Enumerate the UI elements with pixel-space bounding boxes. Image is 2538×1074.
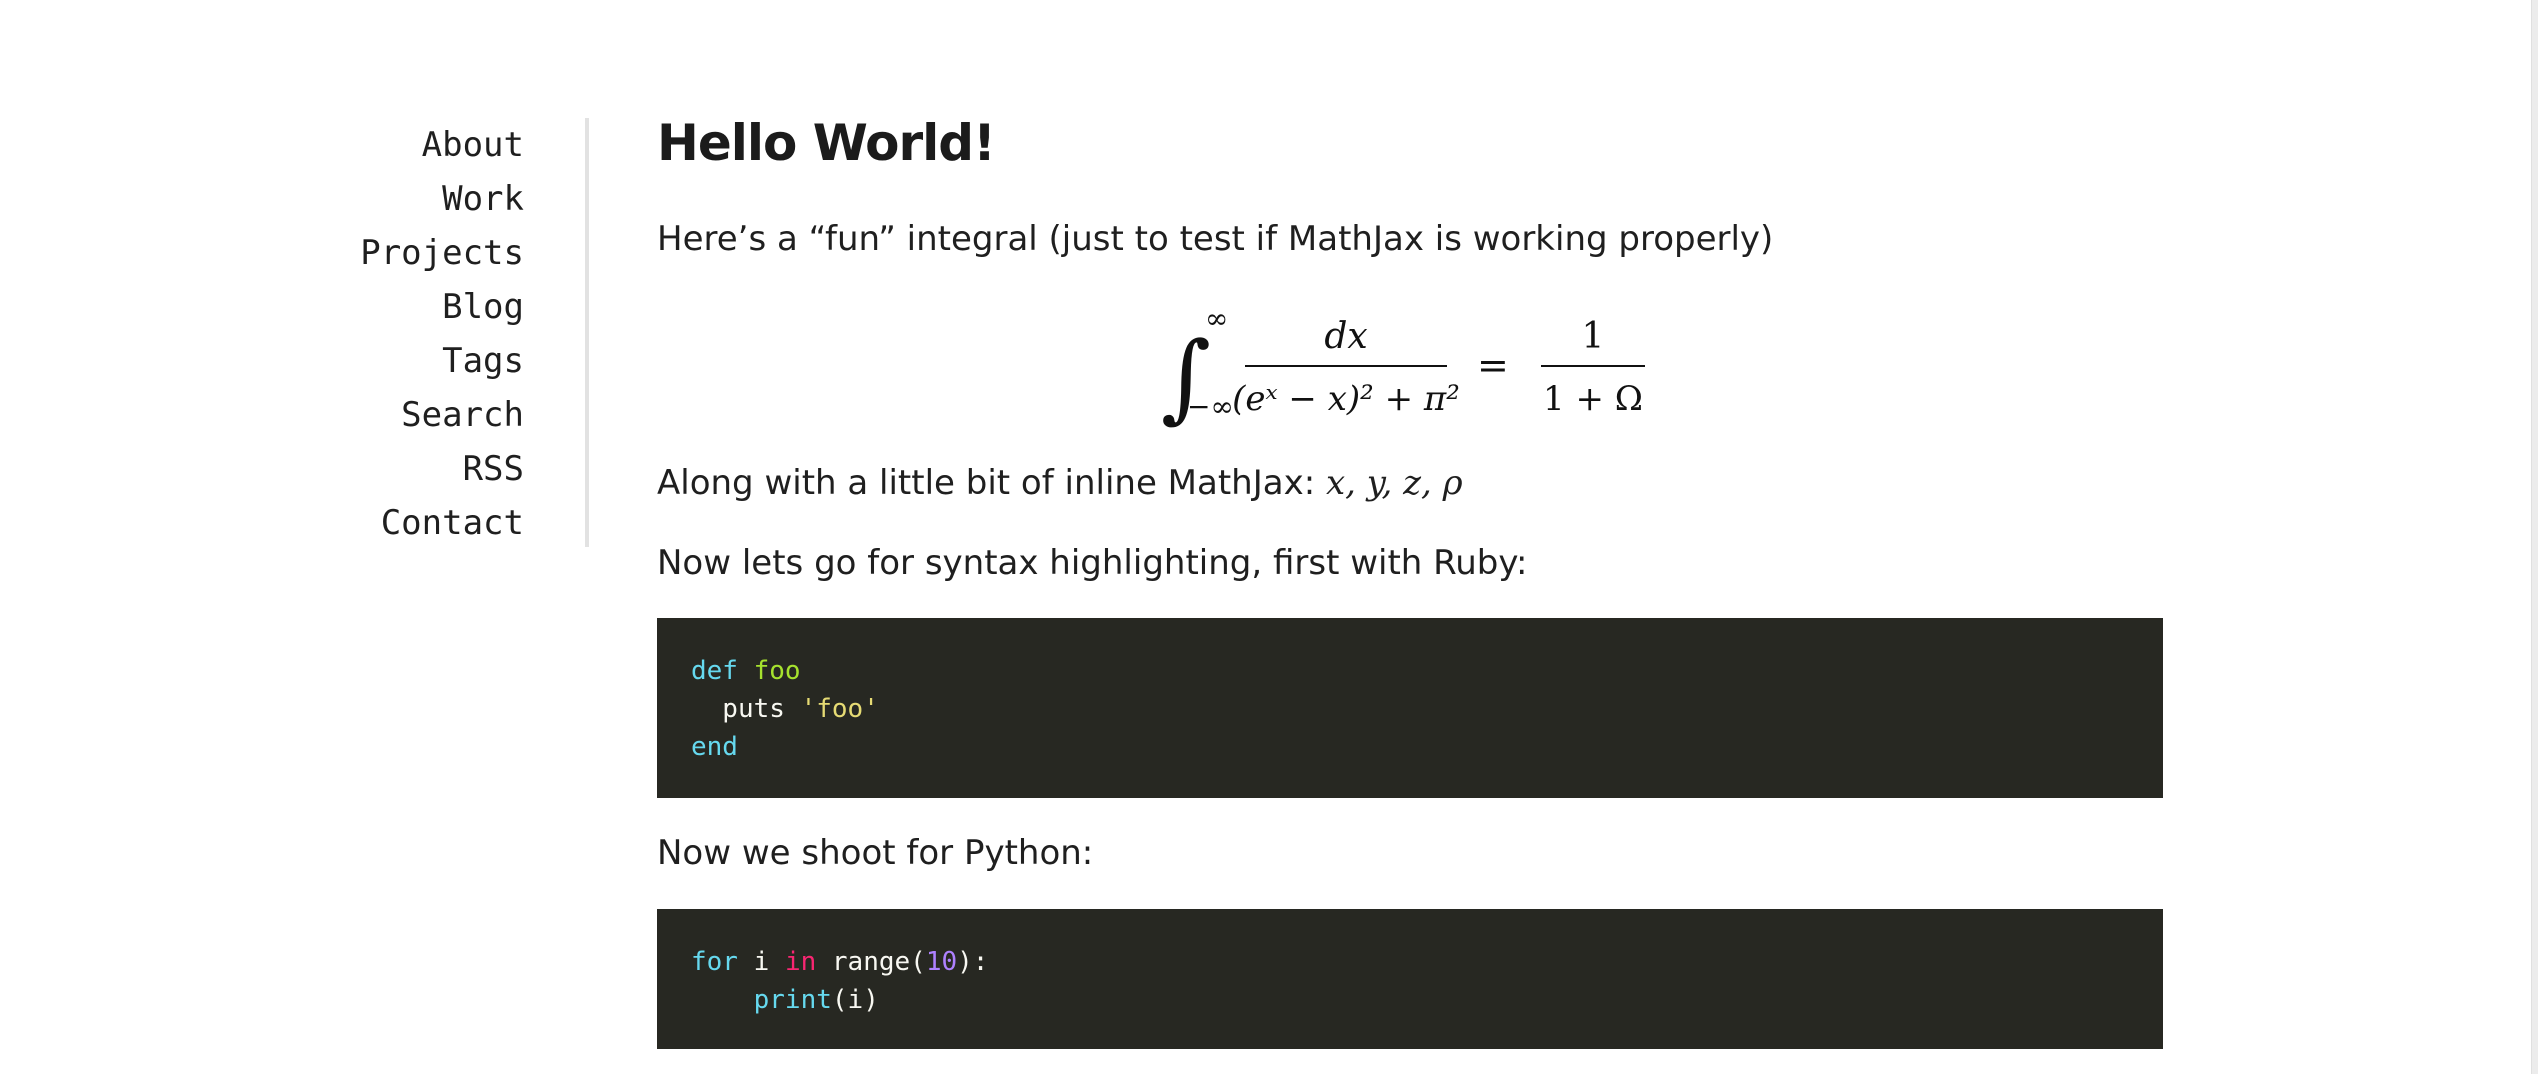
code-string: 'foo' <box>800 694 879 724</box>
code-keyword: for <box>691 947 738 977</box>
nav-item-contact[interactable]: Contact <box>300 496 524 550</box>
python-code-block: for i in range(10): print(i) <box>657 909 2163 1049</box>
nav-item-tags[interactable]: Tags <box>300 334 524 388</box>
inline-math-paragraph: Along with a little bit of inline MathJa… <box>657 458 1463 508</box>
upper-limit: ∞ <box>1205 302 1228 335</box>
fraction-numerator: dx <box>1324 316 1367 357</box>
ruby-code-block: def foo puts 'foo' end <box>657 618 2163 798</box>
code-number: 10 <box>925 947 958 977</box>
ruby-intro-paragraph: Now lets go for syntax highlighting, fir… <box>657 543 1528 583</box>
page: About Work Projects Blog Tags Search RSS… <box>0 0 2538 1074</box>
code-text: ): <box>957 947 989 977</box>
equals-sign: = <box>1477 343 1509 387</box>
rhs-denominator: 1 + Ω <box>1543 379 1643 419</box>
nav-item-search[interactable]: Search <box>300 388 524 442</box>
nav-item-projects[interactable]: Projects <box>300 226 524 280</box>
code-keyword: end <box>691 732 738 762</box>
sidebar-divider <box>585 118 589 547</box>
post-content: Hello World! Here’s a “fun” integral (ju… <box>657 108 2163 1049</box>
display-equation: ∫ ∞ −∞ dx (eˣ − x)² + π² = 1 1 + Ω <box>1161 302 1645 433</box>
rhs-numerator: 1 <box>1582 316 1605 357</box>
code-text: i <box>737 947 785 977</box>
code-function-name: foo <box>753 656 801 686</box>
fraction-denominator: (eˣ − x)² + π² <box>1232 379 1460 419</box>
code-builtin: print <box>753 985 832 1015</box>
sidebar-nav: About Work Projects Blog Tags Search RSS… <box>300 118 524 550</box>
nav-item-about[interactable]: About <box>300 118 524 172</box>
code-text: range( <box>816 947 926 977</box>
nav-item-work[interactable]: Work <box>300 172 524 226</box>
inline-math-text: Along with a little bit of inline MathJa… <box>657 463 1326 503</box>
nav-item-blog[interactable]: Blog <box>300 280 524 334</box>
nav-item-rss[interactable]: RSS <box>300 442 524 496</box>
code-text: (i) <box>831 985 879 1015</box>
inline-math: x, y, z, ρ <box>1325 463 1463 503</box>
lower-limit: −∞ <box>1187 390 1234 423</box>
code-keyword: def <box>691 656 738 686</box>
scrollbar[interactable] <box>2531 0 2538 1074</box>
code-operator: in <box>784 947 817 977</box>
intro-paragraph: Here’s a “fun” integral (just to test if… <box>657 219 1774 259</box>
post-title: Hello World! <box>657 114 996 172</box>
python-intro-paragraph: Now we shoot for Python: <box>657 833 1094 873</box>
code-text: puts <box>691 694 801 724</box>
